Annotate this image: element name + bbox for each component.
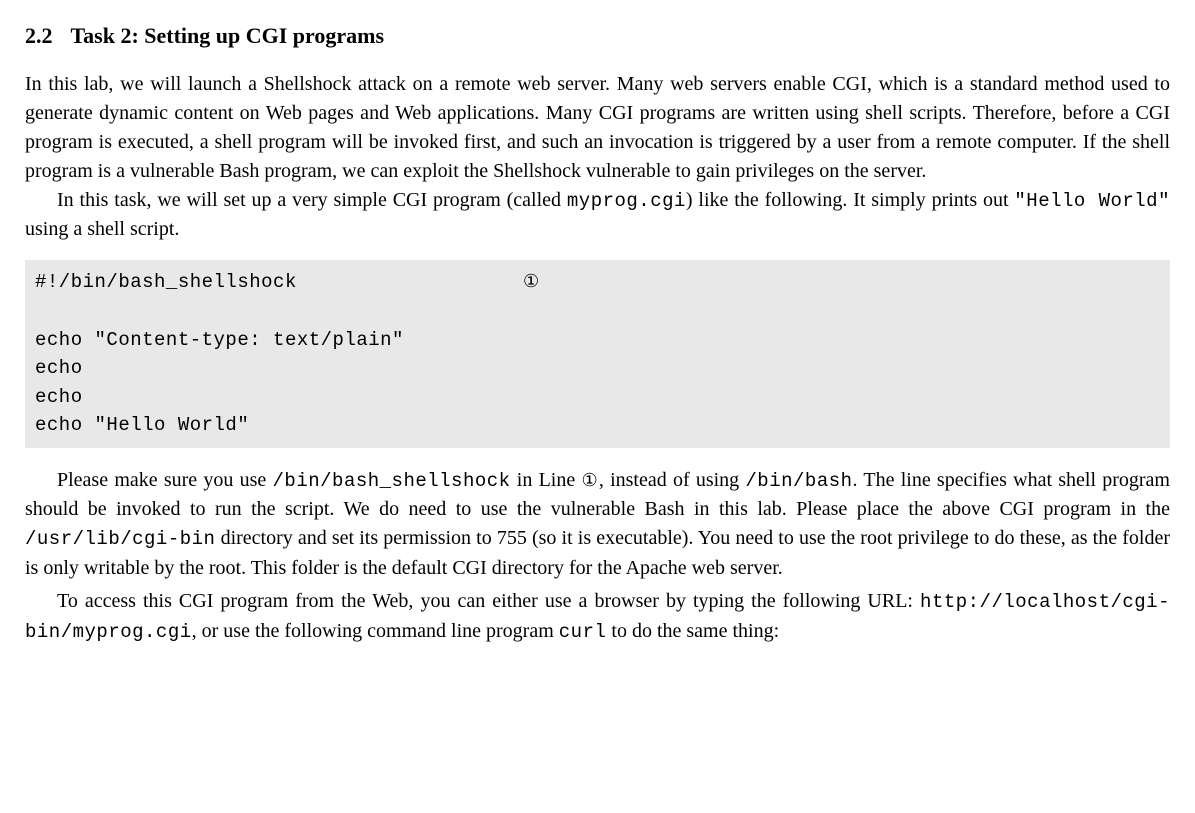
code-line: echo "Hello World" xyxy=(35,414,249,436)
inline-code: curl xyxy=(559,621,607,643)
paragraph-4: To access this CGI program from the Web,… xyxy=(25,587,1170,646)
inline-code: /bin/bash xyxy=(745,470,852,492)
section-title: Task 2: Setting up CGI programs xyxy=(71,23,385,48)
section-number: 2.2 xyxy=(25,23,53,48)
inline-code: myprog.cgi xyxy=(567,190,686,212)
line-marker-icon: ① xyxy=(581,470,598,490)
code-line: echo "Content-type: text/plain" xyxy=(35,329,404,351)
paragraph-1: In this lab, we will launch a Shellshock… xyxy=(25,70,1170,186)
text-run: , or use the following command line prog… xyxy=(192,620,559,642)
text-run: , instead of using xyxy=(599,469,746,491)
paragraph-3: Please make sure you use /bin/bash_shell… xyxy=(25,466,1170,583)
inline-code: "Hello World" xyxy=(1014,190,1170,212)
text-run: using a shell script. xyxy=(25,218,179,240)
code-line: echo xyxy=(35,357,83,379)
line-marker-icon: ① xyxy=(523,273,540,293)
paragraph-2: In this task, we will set up a very simp… xyxy=(25,186,1170,245)
inline-code: /bin/bash_shellshock xyxy=(273,470,511,492)
text-run: In this task, we will set up a very simp… xyxy=(57,189,567,211)
code-line-shebang: #!/bin/bash_shellshock xyxy=(35,271,297,293)
section-heading: 2.2 Task 2: Setting up CGI programs xyxy=(25,20,1170,52)
text-run: ) like the following. It simply prints o… xyxy=(686,189,1014,211)
text-run: Please make sure you use xyxy=(57,469,273,491)
code-block: #!/bin/bash_shellshock ① echo "Content-t… xyxy=(25,260,1170,448)
text-run: to do the same thing: xyxy=(606,620,779,642)
text-run: in Line xyxy=(511,469,582,491)
text-run: To access this CGI program from the Web,… xyxy=(57,590,920,612)
code-line: echo xyxy=(35,386,83,408)
inline-code: /usr/lib/cgi-bin xyxy=(25,528,215,550)
